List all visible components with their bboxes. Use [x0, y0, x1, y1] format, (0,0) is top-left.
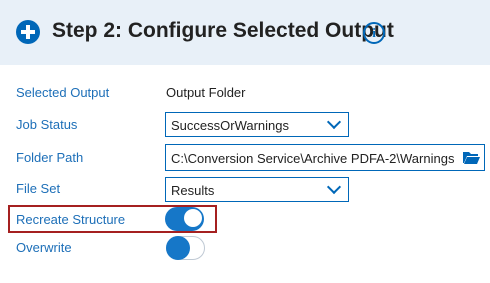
- job-status-value: SuccessOrWarnings: [171, 118, 289, 133]
- plus-circle-icon: [16, 20, 40, 44]
- selected-output-label: Selected Output: [16, 85, 110, 100]
- toggle-knob: [166, 236, 190, 260]
- toggle-knob: [184, 209, 202, 227]
- recreate-structure-toggle[interactable]: [165, 207, 204, 231]
- overwrite-toggle[interactable]: [166, 236, 205, 260]
- page-title: Step 2: Configure Selected Output: [52, 19, 394, 42]
- folder-path-label: Folder Path: [16, 150, 84, 165]
- chevron-down-icon: [326, 114, 342, 130]
- recreate-structure-label: Recreate Structure: [16, 212, 126, 227]
- folder-open-icon: [463, 152, 480, 164]
- job-status-select[interactable]: SuccessOrWarnings: [165, 112, 349, 137]
- file-set-label: File Set: [16, 181, 61, 196]
- step-header: Step 2: Configure Selected Output i: [0, 0, 490, 65]
- job-status-label: Job Status: [16, 117, 78, 132]
- info-icon[interactable]: i: [363, 22, 385, 44]
- browse-folder-button[interactable]: [454, 145, 484, 170]
- overwrite-label: Overwrite: [16, 240, 72, 255]
- file-set-select[interactable]: Results: [165, 177, 349, 202]
- folder-path-value: C:\Conversion Service\Archive PDFA-2\War…: [171, 151, 455, 166]
- chevron-down-icon: [326, 179, 342, 195]
- folder-path-input[interactable]: C:\Conversion Service\Archive PDFA-2\War…: [165, 144, 485, 171]
- selected-output-value: Output Folder: [166, 85, 246, 100]
- file-set-value: Results: [171, 183, 215, 198]
